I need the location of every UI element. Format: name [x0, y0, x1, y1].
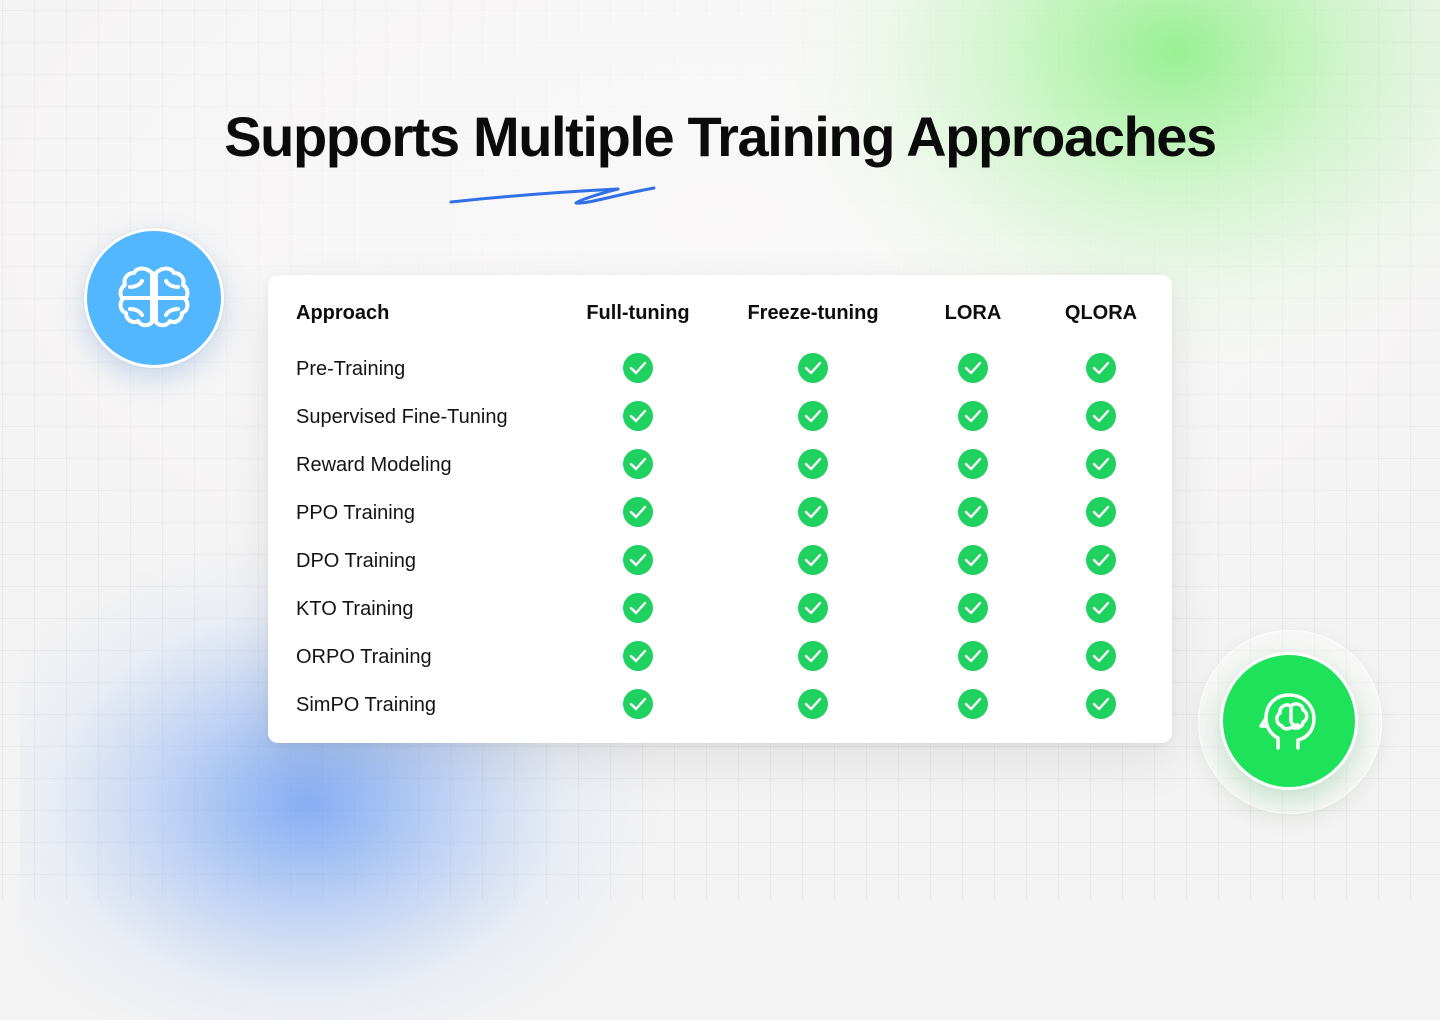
check-circle-icon — [798, 401, 828, 431]
head-badge — [1220, 652, 1358, 790]
check-circle-icon — [798, 641, 828, 671]
check-circle-icon — [1086, 641, 1116, 671]
table-row: Reward Modeling — [268, 441, 1172, 489]
check-circle-icon — [1086, 401, 1116, 431]
check-circle-icon — [798, 545, 828, 575]
brain-icon — [118, 266, 190, 328]
check-circle-icon — [958, 689, 988, 719]
check-circle-icon — [1086, 545, 1116, 575]
table-row: Supervised Fine-Tuning — [268, 393, 1172, 441]
row-label: Reward Modeling — [296, 454, 452, 476]
brain-badge — [84, 228, 224, 368]
row-label: ORPO Training — [296, 646, 432, 668]
row-label: KTO Training — [296, 598, 414, 620]
page-title: Supports Multiple Training Approaches — [224, 105, 1217, 168]
table-row: DPO Training — [268, 537, 1172, 585]
check-circle-icon — [1086, 449, 1116, 479]
row-label: SimPO Training — [296, 694, 437, 716]
table-row: ORPO Training — [268, 633, 1172, 681]
title-underline — [449, 186, 656, 205]
row-label: PPO Training — [296, 502, 415, 524]
check-circle-icon — [958, 353, 988, 383]
table-row: Pre-Training — [268, 345, 1172, 393]
check-circle-icon — [623, 449, 653, 479]
check-circle-icon — [623, 353, 653, 383]
table-row: PPO Training — [268, 489, 1172, 537]
check-circle-icon — [798, 353, 828, 383]
header-approach: Approach — [296, 302, 390, 324]
row-label: Supervised Fine-Tuning — [296, 406, 508, 428]
check-circle-icon — [623, 497, 653, 527]
header-full-tuning: Full-tuning — [586, 302, 690, 324]
check-circle-icon — [958, 641, 988, 671]
table-row: KTO Training — [268, 585, 1172, 633]
head-brain-icon — [1259, 693, 1316, 750]
check-circle-icon — [1086, 497, 1116, 527]
training-approaches-card: Approach Full-tuning Freeze-tuning LORA … — [268, 275, 1172, 743]
header-freeze-tuning: Freeze-tuning — [747, 302, 879, 324]
table-row: SimPO Training — [268, 681, 1172, 729]
check-circle-icon — [958, 449, 988, 479]
check-circle-icon — [798, 497, 828, 527]
check-circle-icon — [623, 593, 653, 623]
check-circle-icon — [958, 593, 988, 623]
check-circle-icon — [958, 545, 988, 575]
check-circle-icon — [1086, 593, 1116, 623]
header-qlora: QLORA — [1064, 302, 1138, 324]
row-label: Pre-Training — [296, 358, 406, 380]
check-circle-icon — [798, 449, 828, 479]
check-circle-icon — [798, 689, 828, 719]
row-label: DPO Training — [296, 550, 417, 572]
check-circle-icon — [1086, 689, 1116, 719]
check-circle-icon — [1086, 353, 1116, 383]
check-circle-icon — [958, 497, 988, 527]
check-circle-icon — [623, 641, 653, 671]
check-circle-icon — [958, 401, 988, 431]
check-circle-icon — [623, 401, 653, 431]
check-circle-icon — [798, 593, 828, 623]
check-circle-icon — [623, 689, 653, 719]
check-circle-icon — [623, 545, 653, 575]
